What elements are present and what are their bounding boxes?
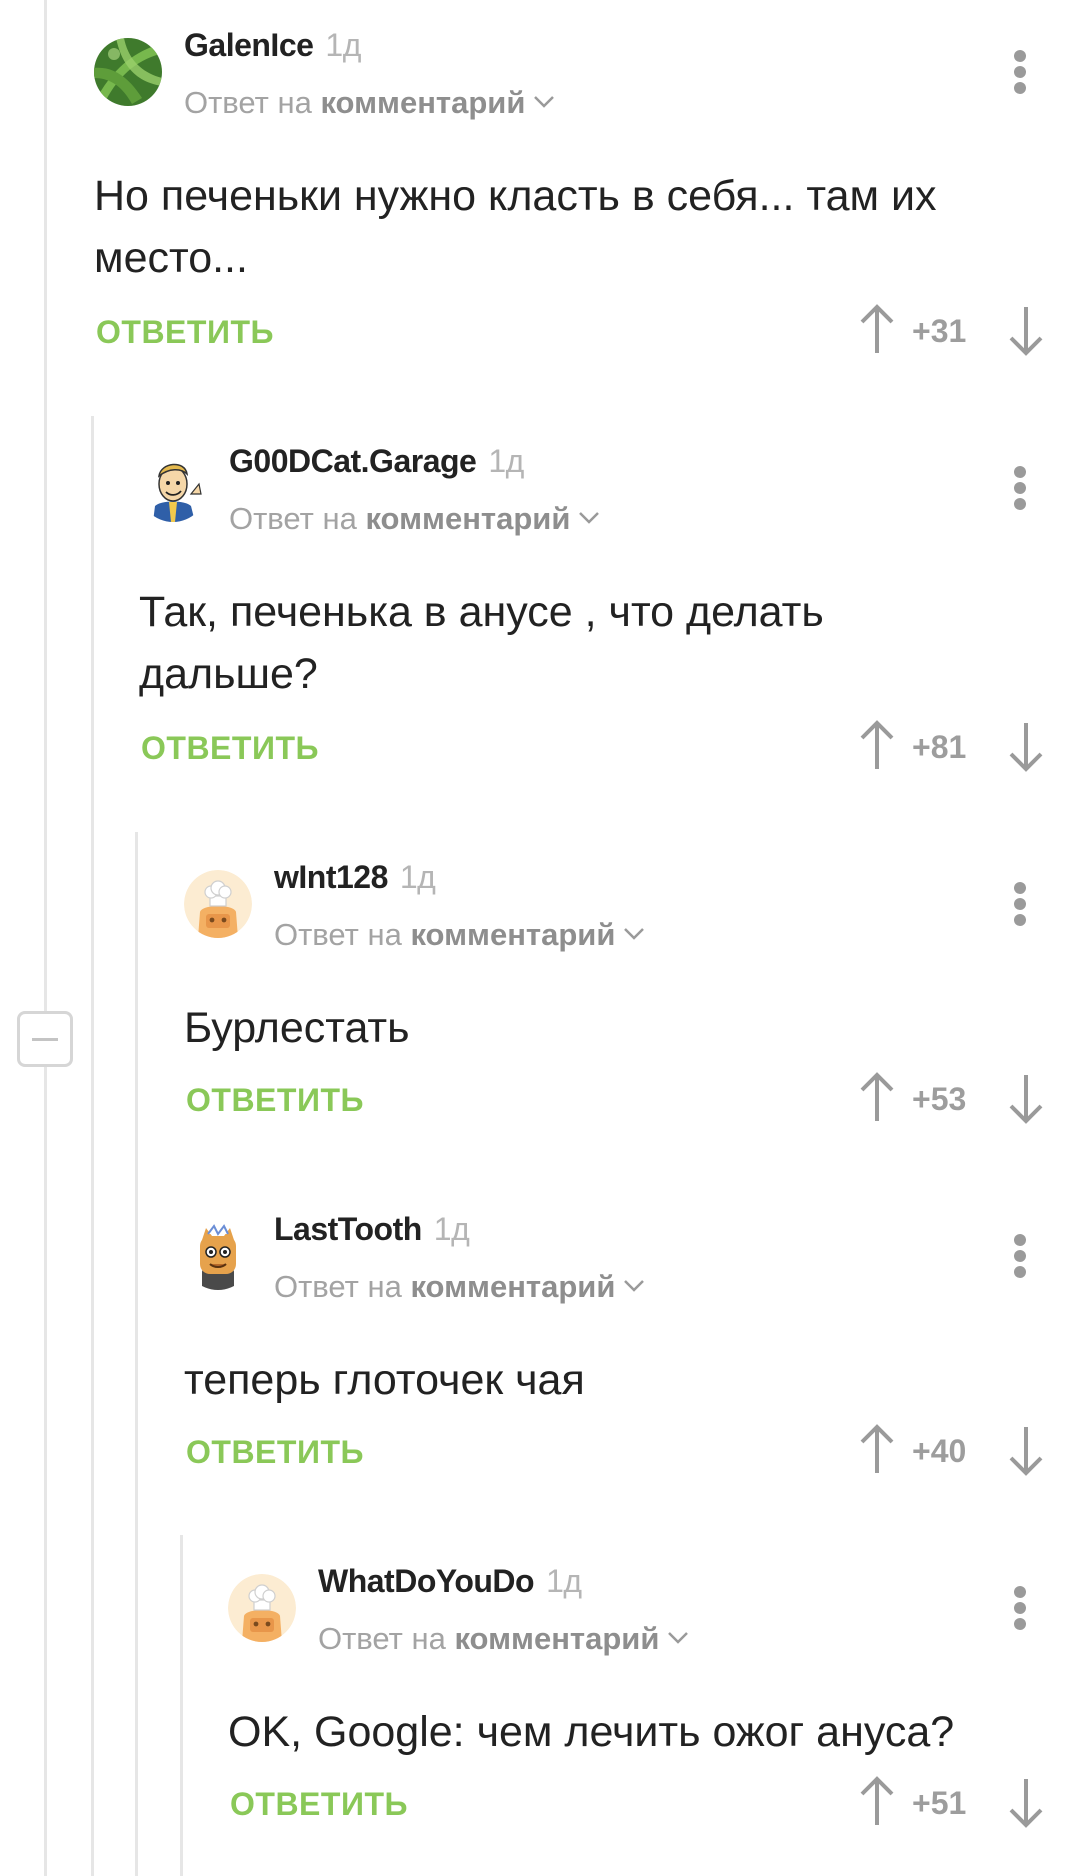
avatar[interactable] (184, 870, 252, 938)
chef-default-avatar-icon (184, 870, 252, 938)
collapse-thread-button[interactable] (17, 1011, 73, 1067)
chevron-down-icon (579, 511, 600, 524)
more-vertical-icon[interactable] (1008, 458, 1032, 518)
arrow-down-icon[interactable] (1006, 303, 1046, 357)
author-name[interactable]: WhatDoYouDo 1д (318, 1563, 582, 1600)
collapse-minus-icon (32, 1038, 58, 1041)
comment: GalenIce 1д Ответ на комментарий Но печен… (94, 0, 1054, 380)
vote-bar: +31 (94, 303, 1080, 363)
comment: LastTooth 1д Ответ на комментарий теперь … (184, 1184, 1064, 1536)
thread-line-level-3 (135, 832, 138, 1876)
avatar[interactable] (184, 1222, 252, 1290)
comment-time: 1д (399, 859, 436, 895)
arrow-up-icon[interactable] (857, 1423, 897, 1477)
thread-line-level-2 (91, 416, 94, 1876)
comment-score: +31 (912, 313, 967, 349)
arrow-down-icon[interactable] (1006, 719, 1046, 773)
reply-to-link[interactable]: Ответ на комментарий (318, 1621, 689, 1657)
more-vertical-icon[interactable] (1008, 1578, 1032, 1638)
avatar[interactable] (94, 38, 162, 106)
leaf-avatar-icon (94, 38, 162, 106)
reply-to-link[interactable]: Ответ на комментарий (229, 501, 600, 537)
cat-character-avatar-icon (184, 1222, 252, 1290)
reply-to-link[interactable]: Ответ на комментарий (274, 917, 645, 953)
comment-time: 1д (546, 1563, 582, 1599)
author-name[interactable]: G00DCat.Garage 1д (229, 443, 524, 480)
chevron-down-icon (534, 95, 555, 108)
comment-time: 1д (325, 27, 361, 63)
more-vertical-icon[interactable] (1008, 1226, 1032, 1286)
avatar[interactable] (139, 454, 207, 522)
author-name[interactable]: LastTooth 1д (274, 1211, 470, 1248)
arrow-up-icon[interactable] (857, 719, 897, 773)
comment-time: 1д (433, 1211, 470, 1247)
arrow-down-icon[interactable] (1006, 1775, 1046, 1829)
comment-text: Но печеньки нужно класть в себя... там и… (94, 172, 937, 282)
comment-text: теперь глоточек чая (184, 1356, 585, 1404)
avatar[interactable] (228, 1574, 296, 1642)
vault-boy-avatar-icon (139, 454, 207, 522)
arrow-up-icon[interactable] (857, 1071, 897, 1125)
comment: WhatDoYouDo 1д Ответ на комментарий OK, G… (228, 1536, 1068, 1876)
more-vertical-icon[interactable] (1008, 42, 1032, 102)
comment-score: +81 (912, 729, 967, 765)
chevron-down-icon (668, 1631, 689, 1644)
vote-bar: +51 (94, 1775, 1080, 1835)
thread-line-level-1 (44, 0, 47, 1876)
arrow-up-icon[interactable] (857, 303, 897, 357)
comment-time: 1д (488, 443, 524, 479)
comment-score: +51 (912, 1785, 967, 1821)
arrow-up-icon[interactable] (857, 1775, 897, 1829)
vote-bar: +40 (94, 1423, 1080, 1483)
comment-score: +53 (912, 1081, 967, 1117)
author-name[interactable]: GalenIce 1д (184, 27, 361, 64)
reply-to-link[interactable]: Ответ на комментарий (184, 85, 555, 121)
comment-score: +40 (912, 1433, 967, 1469)
arrow-down-icon[interactable] (1006, 1071, 1046, 1125)
comment: G00DCat.Garage 1д Ответ на комментарий Та… (139, 416, 1059, 796)
more-vertical-icon[interactable] (1008, 874, 1032, 934)
arrow-down-icon[interactable] (1006, 1423, 1046, 1477)
comment-text: Так, печенька в анусе , что делать дальш… (139, 588, 824, 698)
comment: wInt128 1д Ответ на комментарий Бурлестат… (184, 832, 1064, 1184)
reply-to-link[interactable]: Ответ на комментарий (274, 1269, 645, 1305)
vote-bar: +53 (94, 1071, 1080, 1131)
comment-text: Бурлестать (184, 1004, 410, 1052)
author-name[interactable]: wInt128 1д (274, 859, 436, 896)
vote-bar: +81 (94, 719, 1080, 779)
chevron-down-icon (624, 927, 645, 940)
chevron-down-icon (624, 1279, 645, 1292)
comment-text: OK, Google: чем лечить ожог ануса? (228, 1708, 955, 1756)
chef-default-avatar-icon (228, 1574, 296, 1642)
